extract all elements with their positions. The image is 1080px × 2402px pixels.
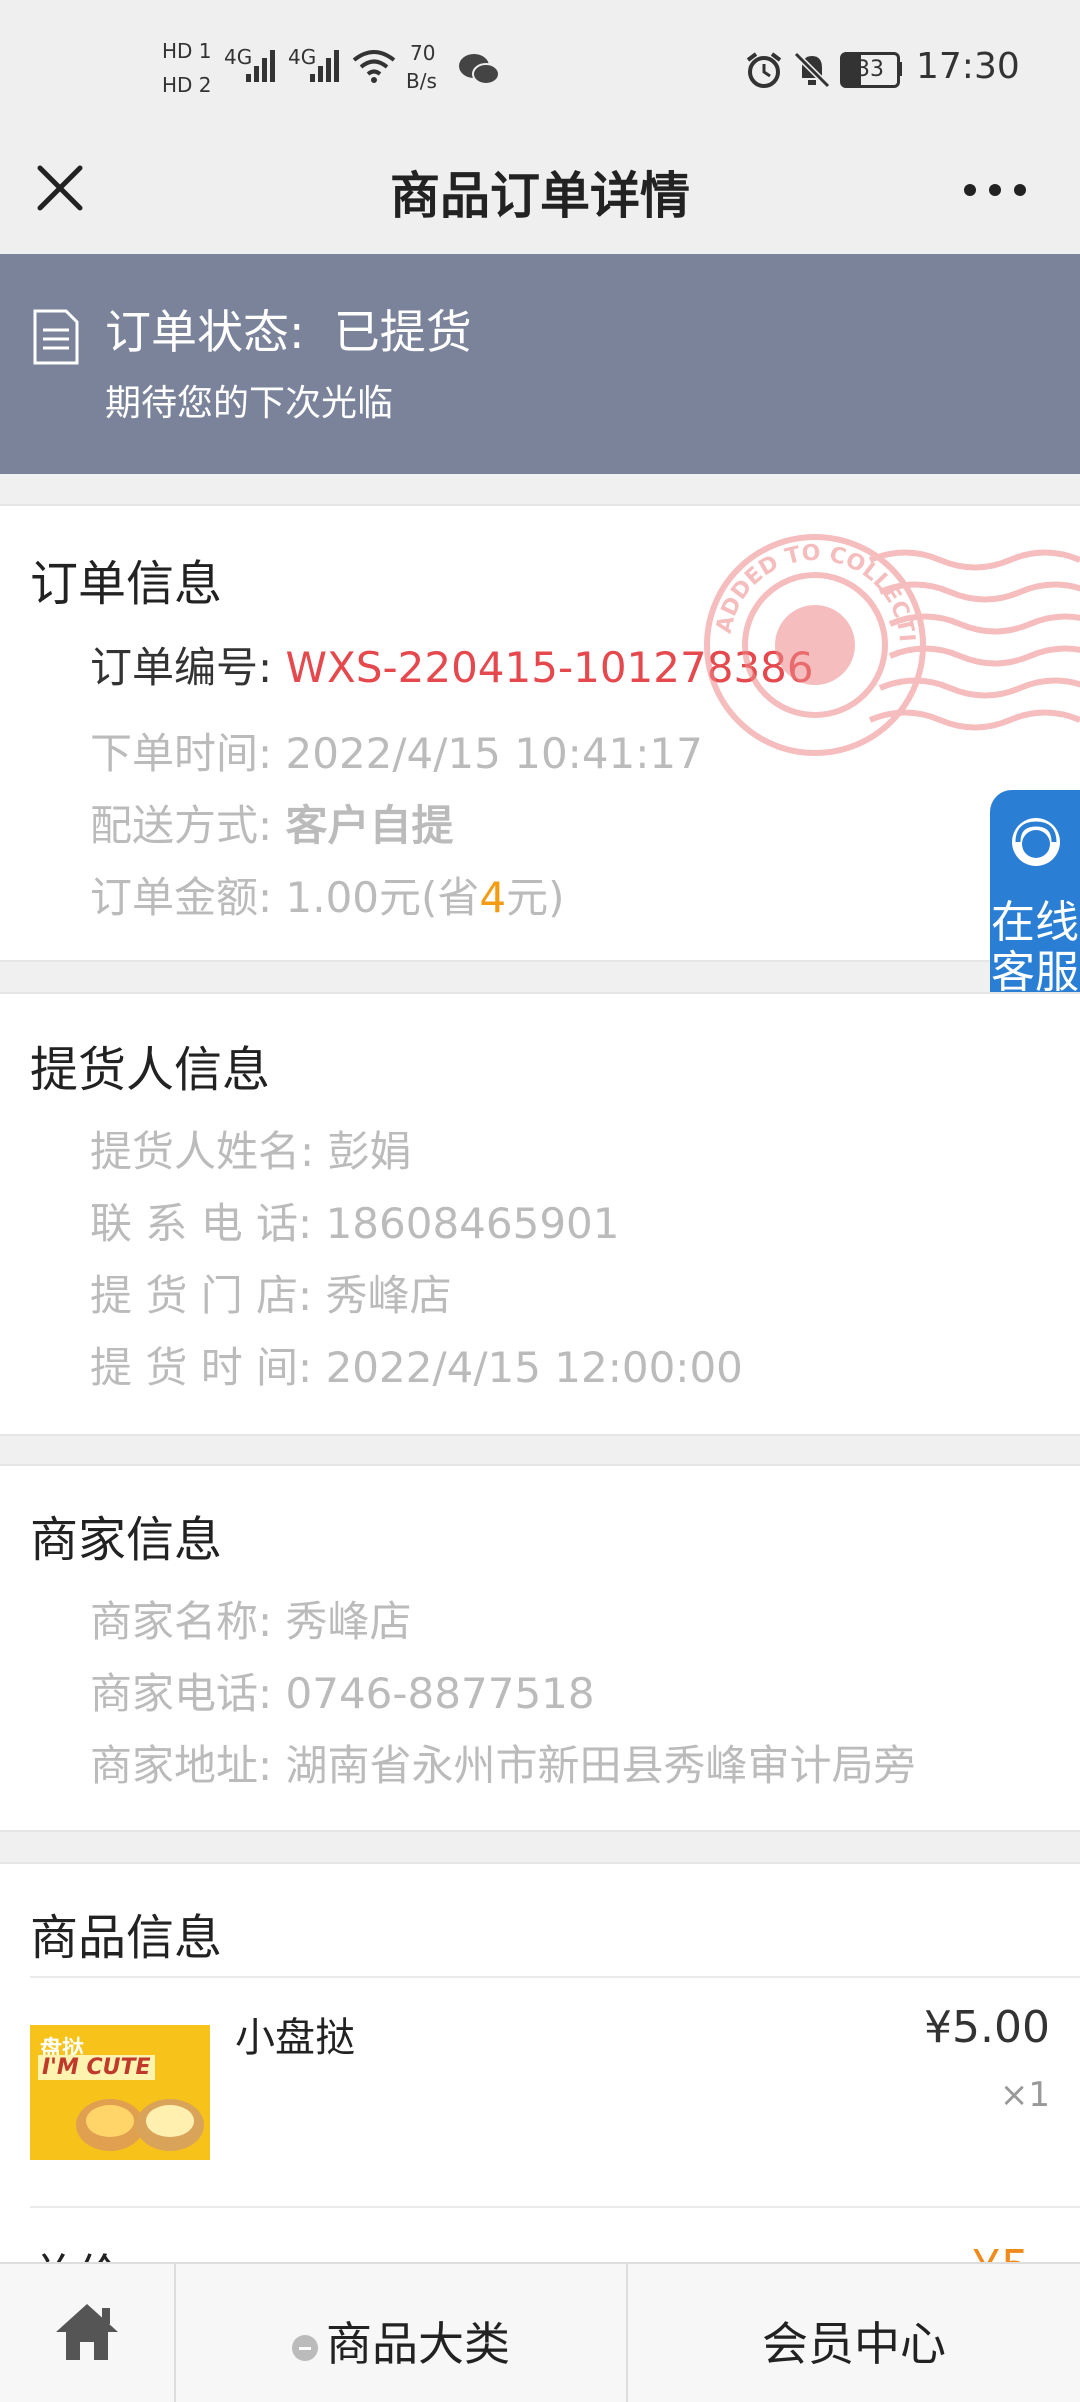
- pickup-phone-row: 联 系 电 话: 18608465901: [90, 1190, 620, 1251]
- product-info-title: 商品信息: [30, 1910, 223, 1966]
- tab-home[interactable]: [0, 2264, 176, 2402]
- battery-level: 33: [856, 57, 884, 82]
- egg-tart-icon: [76, 2099, 204, 2151]
- pickup-store-value: 秀峰店: [325, 1271, 452, 1320]
- signal-2-icon: [310, 50, 339, 82]
- order-status-label: 订单状态:: [105, 305, 305, 359]
- tab-member-label: 会员中心: [762, 2317, 946, 2371]
- merchant-name-row: 商家名称: 秀峰店: [90, 1588, 412, 1649]
- wifi-icon: [352, 50, 396, 83]
- order-time-label: 下单时间:: [90, 729, 273, 778]
- merchant-address-row: 商家地址: 湖南省永州市新田县秀峰审计局旁: [90, 1732, 916, 1793]
- merchant-phone-row: 商家电话: 0746-8877518: [90, 1660, 595, 1721]
- wechat-icon: [459, 54, 500, 85]
- order-time-value: 2022/4/15 10:41:17: [285, 729, 703, 778]
- product-image-text-2: I'M CUTE: [38, 2055, 155, 2080]
- pickup-phone-label: 联 系 电 话:: [90, 1199, 313, 1248]
- tab-member-center[interactable]: 会员中心: [628, 2264, 1080, 2402]
- net-speed-unit: B/s: [406, 69, 437, 93]
- stamp-icon: ADDED TO COLLECTION: [690, 530, 1080, 756]
- order-amount-value: 1.00元(省: [285, 873, 480, 922]
- tab-category-row: 商品大类: [176, 2308, 626, 2374]
- alarm-icon: [746, 52, 782, 88]
- document-icon: [33, 309, 79, 365]
- divider: [30, 1976, 1080, 1978]
- pickup-time-row: 提 货 时 间: 2022/4/15 12:00:00: [90, 1334, 743, 1395]
- order-status-line: 订单状态: 已提货: [105, 296, 472, 362]
- order-amount-suffix: 元): [506, 873, 565, 922]
- merchant-info-title: 商家信息: [30, 1512, 223, 1568]
- clock: 17:30: [916, 46, 1020, 87]
- bottom-tab-bar: 商品大类 会员中心: [0, 2262, 1080, 2402]
- tab-category[interactable]: 商品大类: [176, 2264, 628, 2402]
- order-saved-amount: 4: [479, 873, 507, 922]
- pickup-info-card: 提货人信息 提货人姓名: 彭娟 联 系 电 话: 18608465901 提 货…: [0, 992, 1080, 1436]
- hd2-indicator: HD 2: [162, 73, 212, 97]
- battery-tip: [897, 62, 902, 76]
- product-name: 小盘挞: [235, 2015, 355, 2061]
- product-image[interactable]: 盘挞 I'M CUTE: [30, 2025, 210, 2160]
- merchant-phone-label: 商家电话:: [90, 1669, 273, 1718]
- delivery-row: 配送方式: 客户自提: [90, 792, 454, 853]
- pickup-name-row: 提货人姓名: 彭娟: [90, 1118, 412, 1179]
- pickup-store-label: 提 货 门 店:: [90, 1271, 313, 1320]
- mute-icon: [793, 51, 831, 89]
- merchant-name-label: 商家名称:: [90, 1597, 273, 1646]
- battery-icon: 33: [840, 52, 900, 88]
- category-dot-icon: [292, 2334, 318, 2361]
- merchant-address-value: 湖南省永州市新田县秀峰审计局旁: [285, 1741, 916, 1790]
- pickup-store-row: 提 货 门 店: 秀峰店: [90, 1262, 452, 1323]
- order-number-label: 订单编号:: [90, 643, 273, 692]
- product-price: ¥5.00: [924, 2002, 1050, 2053]
- signal-1-icon: [246, 50, 275, 82]
- online-service-label: 在线客服: [991, 897, 1079, 998]
- more-icon[interactable]: [960, 180, 1030, 200]
- pickup-name-value: 彭娟: [327, 1127, 412, 1176]
- headset-icon: [1012, 818, 1060, 866]
- merchant-address-label: 商家地址:: [90, 1741, 273, 1790]
- delivery-value: 客户自提: [285, 801, 454, 850]
- merchant-name-value: 秀峰店: [285, 1597, 412, 1646]
- net-speed-value: 70: [410, 41, 436, 65]
- merchant-info-card: 商家信息 商家名称: 秀峰店 商家电话: 0746-8877518 商家地址: …: [0, 1464, 1080, 1832]
- delivery-label: 配送方式:: [90, 801, 273, 850]
- tab-category-label: 商品大类: [326, 2317, 510, 2371]
- pickup-time-value: 2022/4/15 12:00:00: [325, 1343, 743, 1392]
- page-title: 商品订单详情: [390, 167, 690, 225]
- order-status-value: 已提货: [333, 305, 472, 359]
- hd1-indicator: HD 1: [162, 39, 212, 63]
- order-time-row: 下单时间: 2022/4/15 10:41:17: [90, 720, 703, 781]
- order-info-title: 订单信息: [30, 556, 223, 612]
- pickup-phone-value: 18608465901: [325, 1199, 620, 1248]
- order-status-banner: 订单状态: 已提货 期待您的下次光临: [0, 254, 1080, 474]
- pickup-time-label: 提 货 时 间:: [90, 1343, 313, 1392]
- merchant-phone-value: 0746-8877518: [285, 1669, 595, 1718]
- status-bar: HD 1 HD 2 4G 4G 70 B/s 33 17:30: [0, 0, 1080, 132]
- order-status-subtitle: 期待您的下次光临: [105, 383, 394, 424]
- home-icon: [56, 2304, 118, 2360]
- order-amount-row: 订单金额: 1.00元(省4元): [90, 864, 565, 925]
- divider: [30, 2206, 1080, 2208]
- product-quantity: ×1: [999, 2075, 1050, 2115]
- pickup-info-title: 提货人信息: [30, 1042, 271, 1098]
- nav-bar: 商品订单详情: [0, 132, 1080, 254]
- pickup-name-label: 提货人姓名:: [90, 1127, 315, 1176]
- order-amount-label: 订单金额:: [90, 873, 273, 922]
